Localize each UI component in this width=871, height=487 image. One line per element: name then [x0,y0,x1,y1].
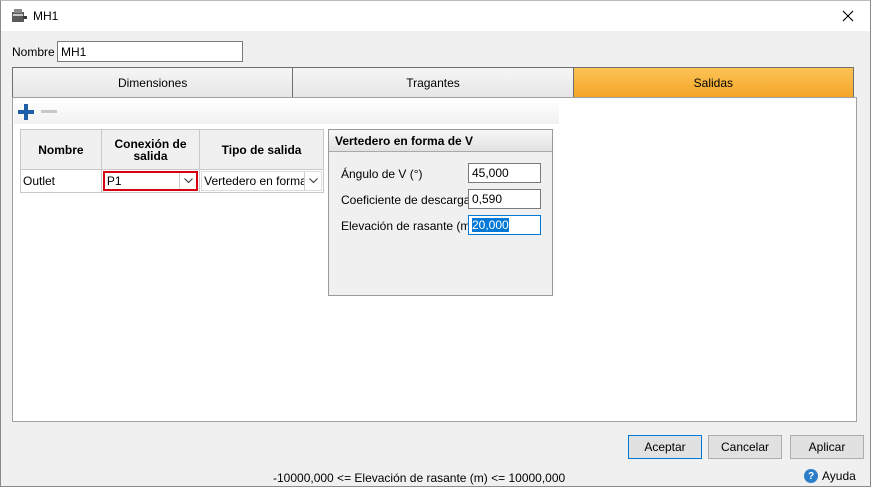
weir-group-title: Vertedero en forma de V [329,130,552,152]
tab-dimensiones[interactable]: Dimensiones [12,67,293,98]
accept-button[interactable]: Aceptar [628,435,702,459]
name-label: Nombre [12,45,55,59]
type-value: Vertedero en forma d [204,174,317,188]
manhole-app-icon [12,9,27,22]
weir-properties-group: Vertedero en forma de V Ángulo de V (°) … [328,129,553,296]
outlet-connection-cell[interactable]: P1 [100,169,201,193]
outlets-toolbar [14,100,559,124]
chevron-down-icon[interactable] [304,172,321,190]
discharge-coefficient-label: Coeficiente de descarga [341,193,471,207]
tab-salidas[interactable]: Salidas [572,67,854,98]
tab-strip: Dimensiones Tragantes Salidas [12,67,854,98]
close-button[interactable] [826,1,870,31]
column-header-connection[interactable]: Conexión de salida [100,129,201,170]
help-link[interactable]: ? Ayuda [804,469,856,483]
outlet-type-cell[interactable]: Vertedero en forma d [199,169,324,193]
window-title: MH1 [33,9,59,23]
connection-dropdown[interactable]: P1 [102,171,199,191]
table-row[interactable]: Outlet P1 Vertedero en forma d [20,169,324,193]
chevron-down-icon[interactable] [179,173,197,189]
type-dropdown[interactable]: Vertedero en forma d [201,171,322,191]
name-input[interactable] [57,41,243,62]
tab-tragantes[interactable]: Tragantes [292,67,573,98]
discharge-coefficient-input[interactable] [468,189,541,209]
outlet-name-cell[interactable]: Outlet [20,169,102,193]
outlets-table: Nombre Conexión de salida Tipo de salida… [20,129,324,193]
remove-icon[interactable] [40,103,58,121]
help-icon: ? [804,469,818,483]
angle-input[interactable] [468,163,541,183]
cancel-button[interactable]: Cancelar [708,435,782,459]
help-label: Ayuda [822,469,856,483]
outlet-name: Outlet [23,174,56,188]
connection-value: P1 [106,174,122,188]
apply-button[interactable]: Aplicar [790,435,864,459]
column-header-name[interactable]: Nombre [20,129,102,170]
angle-label: Ángulo de V (°) [341,167,423,181]
invert-elevation-input[interactable]: 20,000 [468,215,541,235]
close-icon [842,10,854,22]
column-header-type[interactable]: Tipo de salida [199,129,324,170]
title-bar: MH1 [1,1,870,31]
status-message: -10000,000 <= Elevación de rasante (m) <… [273,471,566,485]
dialog-window: MH1 Nombre Dimensiones Tragantes Salidas [0,0,871,487]
invert-elevation-value: 20,000 [472,218,509,232]
add-icon[interactable] [17,103,35,121]
invert-elevation-label: Elevación de rasante (m) [341,219,475,233]
outlets-panel: Nombre Conexión de salida Tipo de salida… [12,97,857,422]
